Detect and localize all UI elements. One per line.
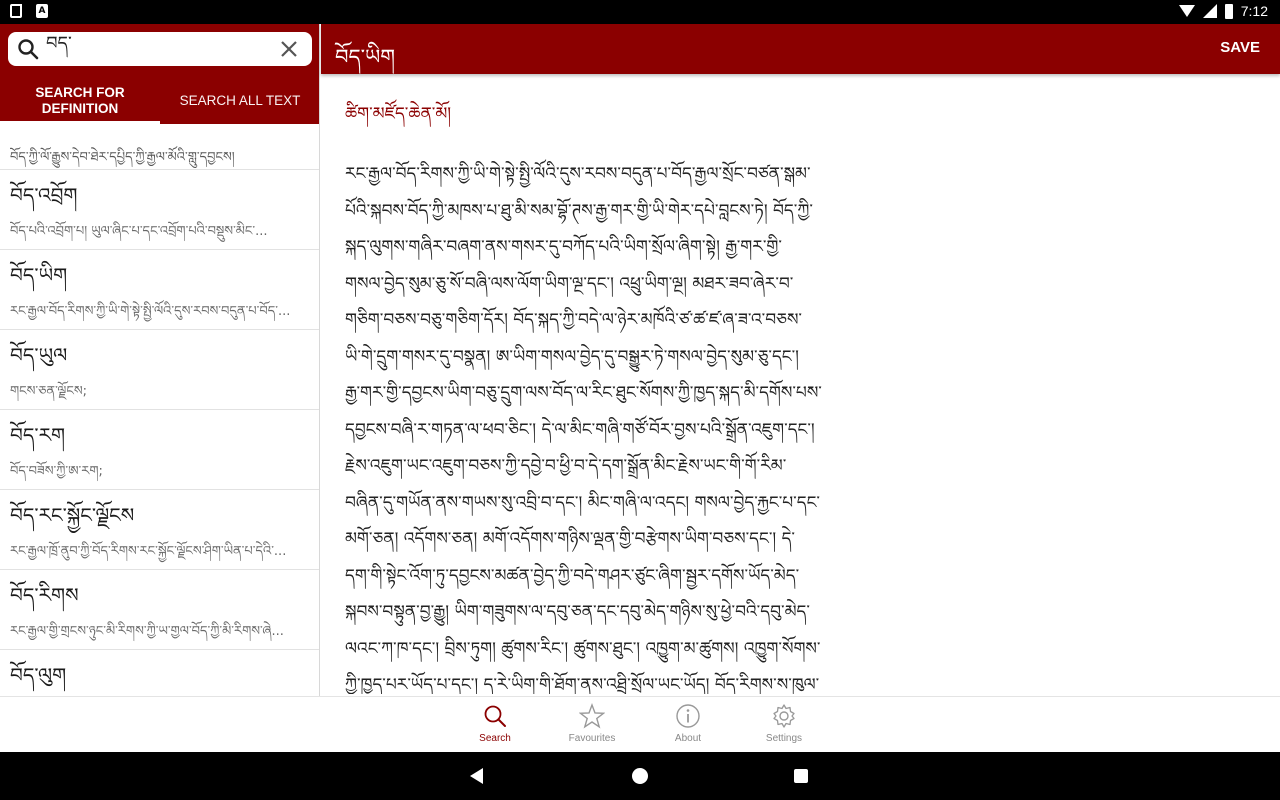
battery-icon	[1224, 3, 1233, 19]
list-item[interactable]: བོད་ཀྱི་ལོ་རྒྱུས་དེབ་ཐེར་དཔྱིད་ཀྱི་རྒྱལ་…	[0, 124, 319, 170]
search-box[interactable]	[8, 32, 312, 66]
definition-text: རང་རྒྱལ་བོད་རིགས་ཀྱི་ཡི་གེ་སྟེ་སྤྱི་ལོའི…	[345, 156, 885, 694]
definition-line: བཞིན་དུ་གཡོན་ནས་གཡས་སུ་འབྲི་བ་དང་། མིང་ག…	[345, 492, 820, 513]
wifi-icon	[1178, 5, 1195, 17]
definition-line: མགོ་ཅན། འདོགས་ཅན། མགོ་འདོགས་གཉིས་ལྡན་གྱི…	[345, 529, 795, 549]
list-item[interactable]: བོད་ཡིག རང་རྒྱལ་བོད་རིགས་ཀྱི་ཡི་གེ་སྟེ་ས…	[0, 250, 319, 330]
list-item-definition: རང་རྒྱལ་གྱི་གྲངས་ཉུང་མི་རིགས་ཀྱི་ཡ་གྱལ་བ…	[10, 624, 284, 639]
list-item-word: བོད་ཡིག	[10, 263, 68, 287]
search-pane: SEARCH FOR DEFINITION SEARCH ALL TEXT བོ…	[0, 24, 320, 696]
definition-line: རྗེས་འཇུག་ཡང་འཇུག་བཅས་ཀྱི་དབྱེ་བ་ཕྱི་བ་ད…	[345, 456, 787, 476]
list-item-word: བོད་རིགས	[10, 583, 79, 607]
list-item[interactable]: བོད་རག བོད་བཟོས་ཀྱི་ཨ་རག;	[0, 410, 319, 490]
definition-line: རང་རྒྱལ་བོད་རིགས་ཀྱི་ཡི་གེ་སྟེ་སྤྱི་ལོའི…	[345, 164, 811, 184]
clear-icon[interactable]	[278, 38, 300, 60]
home-icon[interactable]	[632, 768, 648, 784]
nav-favourites-label: Favourites	[568, 733, 616, 744]
search-header: SEARCH FOR DEFINITION SEARCH ALL TEXT	[0, 24, 319, 124]
status-time: 7:12	[1240, 3, 1268, 19]
definition-line: དབྱངས་བཞི་ར་གཏན་ལ་ཕབ་ཅིང་། དེ་ལ་མིང་གཞི་…	[345, 419, 815, 440]
tab-search-definition[interactable]: SEARCH FOR DEFINITION	[0, 78, 160, 124]
definition-pane: བོད་ཡིག SAVE ཚིག་མཛོད་ཆེན་མོ། རང་རྒྱལ་བོ…	[321, 24, 1280, 696]
list-item-definition: བོད་བཟོས་ཀྱི་ཨ་རག;	[10, 464, 103, 479]
recents-icon[interactable]	[794, 769, 808, 783]
info-icon	[676, 704, 700, 728]
list-item-word: བོད་ཡུལ	[10, 343, 68, 367]
definition-line: ལའང་ཀ་ཁ་དང་། བྲིས་ཏུག། ཚུགས་རིང་། ཚུགས་ཐ…	[345, 638, 821, 659]
search-input[interactable]	[46, 36, 266, 62]
list-item[interactable]: བོད་རང་སྐྱོང་ལྗོངས རང་རྒྱལ་ཁྲོ་ནུབ་ཀྱི་བ…	[0, 490, 319, 570]
system-navigation-bar	[0, 752, 1280, 800]
definition-line: གཅིག་བཅས་བཅུ་གཅིག་དོར། བོད་སྐད་ཀྱི་བདེ་ལ…	[345, 310, 802, 330]
bottom-navigation: Search Favourites About Settings	[0, 696, 1280, 752]
list-item-definition: བོད་ཀྱི་ལོ་རྒྱུས་དེབ་ཐེར་དཔྱིད་ཀྱི་རྒྱལ་…	[10, 150, 235, 165]
nav-about-label: About	[674, 733, 702, 744]
dictionary-source: ཚིག་མཛོད་ཆེན་མོ།	[345, 104, 452, 124]
list-item-word: བོད་ལུག	[10, 663, 67, 687]
list-item[interactable]: བོད་ལུག	[0, 650, 319, 696]
status-bar: A 7:12	[0, 0, 1280, 24]
search-icon[interactable]	[16, 37, 40, 61]
definition-line: ཡི་གེ་དྲུག་གསར་དུ་བསྣན། ཨ་ཡིག་གསལ་བྱེད་ད…	[345, 346, 799, 367]
search-tabs: SEARCH FOR DEFINITION SEARCH ALL TEXT	[0, 78, 319, 124]
a-notification-icon: A	[36, 4, 48, 18]
list-item-word: བོད་འབྲོག	[10, 183, 78, 207]
nav-search[interactable]: Search	[455, 703, 535, 744]
nav-settings[interactable]: Settings	[744, 703, 824, 744]
definition-line: ཀྱི་ཁྱད་པར་ཡོད་པ་དང་། ད་ེར་ཡིག་གི་ཐོག་ནས…	[345, 675, 820, 694]
definition-content: ཚིག་མཛོད་ཆེན་མོ། རང་རྒྱལ་བོད་རིགས་ཀྱི་ཡི…	[345, 94, 885, 694]
list-item-definition: རང་རྒྱལ་བོད་རིགས་ཀྱི་ཡི་གེ་སྟེ་སྤྱི་ལོའི…	[10, 304, 291, 319]
search-icon	[484, 705, 506, 727]
gear-icon	[773, 704, 795, 728]
page-title: བོད་ཡིག	[335, 45, 396, 69]
list-item-definition: རང་རྒྱལ་ཁྲོ་ནུབ་ཀྱི་བོད་རིགས་རང་སྐྱོང་ལྗ…	[10, 544, 287, 559]
nav-settings-label: Settings	[765, 733, 803, 744]
definition-line: རྒྱ་གར་གྱི་དབྱངས་ཡིག་བཅུ་དྲུག་ལས་བོད་ལ་ར…	[345, 383, 822, 403]
list-item-definition: གངས་ཅན་ལྗོངས;	[10, 384, 88, 399]
definition-appbar: བོད་ཡིག SAVE	[321, 24, 1280, 74]
list-item-word: བོད་རང་སྐྱོང་ལྗོངས	[10, 503, 135, 527]
definition-line: པོའི་སྐབས་བོད་ཀྱི་མཁས་པ་ཐུ་མི་སམ་བྷོ་ཊས་…	[345, 200, 813, 221]
definition-line: དག་གི་སྟེང་འོག་ཏུ་དབྱངས་མཚན་བྱེད་ཀྱི་བདེ…	[345, 565, 800, 586]
list-item[interactable]: བོད་ཡུལ གངས་ཅན་ལྗོངས;	[0, 330, 319, 410]
save-button[interactable]: SAVE	[1220, 39, 1260, 56]
nav-search-label: Search	[479, 733, 511, 744]
star-icon	[579, 703, 605, 729]
results-list[interactable]: བོད་ཀྱི་ལོ་རྒྱུས་དེབ་ཐེར་དཔྱིད་ཀྱི་རྒྱལ་…	[0, 124, 319, 696]
nav-favourites[interactable]: Favourites	[552, 703, 632, 744]
sd-card-icon	[10, 4, 22, 18]
nav-about[interactable]: About	[648, 703, 728, 744]
list-item-definition: བོད་པའི་འབྲོག་པ། ཡུལ་ཞིང་པ་དང་འབྲོག་པའི་…	[10, 224, 268, 239]
tab-search-all-text[interactable]: SEARCH ALL TEXT	[160, 78, 319, 124]
list-item-word: བོད་རག	[10, 423, 66, 447]
signal-icon	[1202, 4, 1217, 18]
list-item[interactable]: བོད་རིགས རང་རྒྱལ་གྱི་གྲངས་ཉུང་མི་རིགས་ཀྱ…	[0, 570, 319, 650]
back-icon[interactable]	[470, 768, 483, 784]
definition-line: གསལ་བྱེད་སུམ་ཅུ་སོ་བཞི་ལས་ལོག་ཡིག་ལྔ་དང་…	[345, 273, 794, 294]
definition-line: སྐད་ལུགས་གཞིར་བཞག་ནས་གསར་དུ་བཀོད་པའི་ཡིག…	[345, 237, 782, 257]
definition-line: སྐབས་བསྟུན་བྱ་རྒྱུ། ཡིག་གཟུགས་ལ་དབུ་ཅན་ད…	[345, 602, 810, 622]
list-item[interactable]: བོད་འབྲོག བོད་པའི་འབྲོག་པ། ཡུལ་ཞིང་པ་དང་…	[0, 170, 319, 250]
